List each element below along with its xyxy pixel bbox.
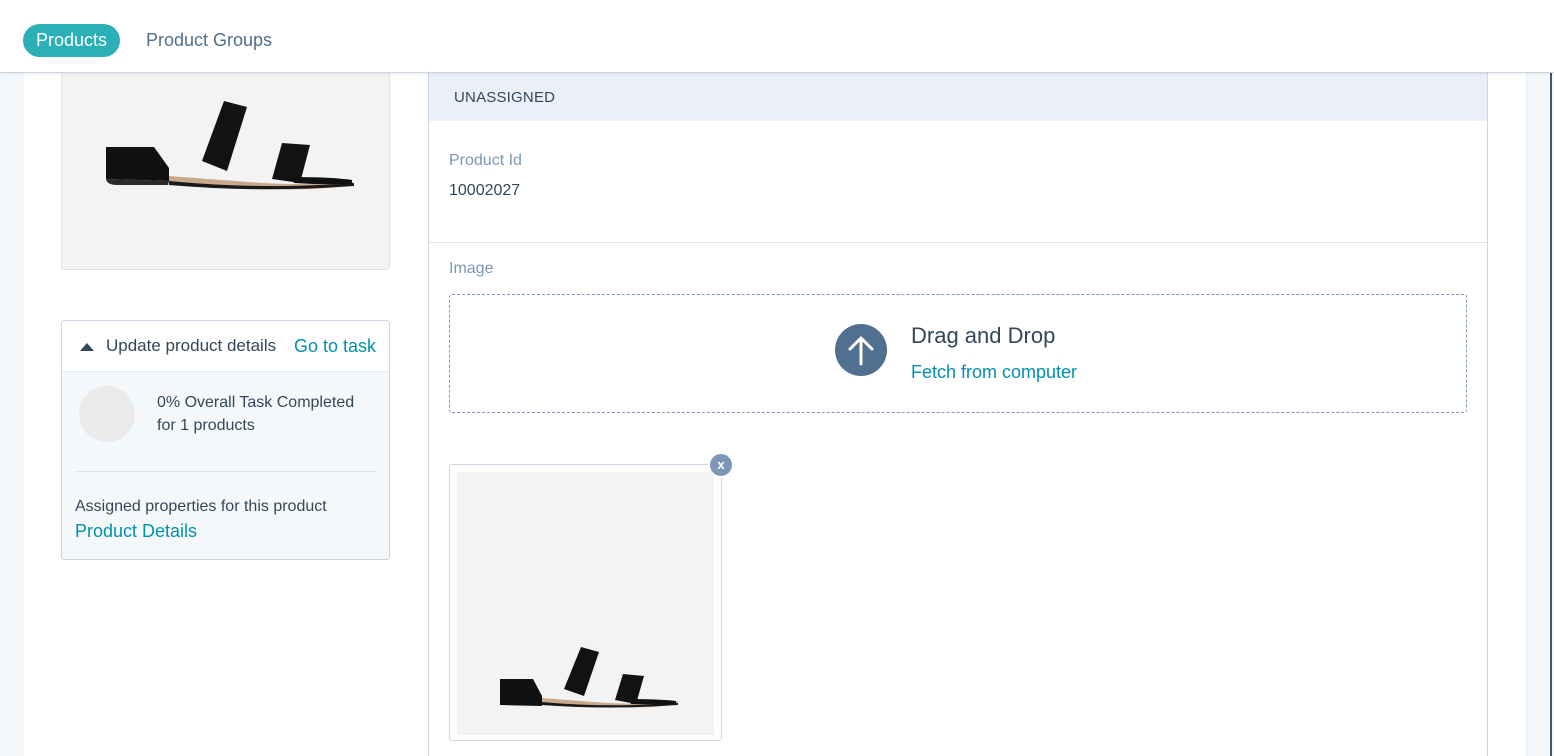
task-card-header: Update product details Go to task bbox=[62, 321, 389, 372]
product-preview-image bbox=[61, 73, 390, 270]
window-edge bbox=[1550, 0, 1552, 756]
product-details-link[interactable]: Product Details bbox=[75, 521, 197, 542]
group-header: UNASSIGNED bbox=[429, 73, 1487, 121]
task-title: Update product details bbox=[106, 336, 277, 355]
image-thumbnail[interactable] bbox=[449, 464, 722, 741]
property-panel: UNASSIGNED Product Id 10002027 Image Dra… bbox=[428, 73, 1488, 756]
progress-text: 0% Overall Task Completed for 1 products bbox=[157, 394, 355, 434]
image-dropzone[interactable]: Drag and Drop Fetch from computer bbox=[449, 294, 1467, 413]
image-label: Image bbox=[449, 260, 494, 277]
tab-products[interactable]: Products bbox=[23, 24, 120, 57]
divider bbox=[75, 471, 377, 472]
caret-up-icon[interactable] bbox=[80, 343, 94, 351]
sandal-image bbox=[106, 101, 354, 190]
remove-image-button[interactable]: x bbox=[708, 452, 734, 478]
product-id-value[interactable]: 10002027 bbox=[449, 182, 520, 200]
divider bbox=[429, 242, 1487, 243]
product-id-label: Product Id bbox=[449, 152, 522, 169]
fetch-from-computer-link[interactable]: Fetch from computer bbox=[911, 362, 1077, 383]
progress-ring bbox=[79, 386, 135, 442]
assigned-properties-label: Assigned properties for this product bbox=[75, 498, 327, 515]
top-nav-bar: Products Product Groups bbox=[0, 0, 1554, 73]
thumbnail-image bbox=[457, 472, 714, 735]
drag-and-drop-title: Drag and Drop bbox=[911, 323, 1056, 348]
tab-product-groups[interactable]: Product Groups bbox=[146, 24, 272, 57]
upload-arrow-icon[interactable] bbox=[835, 324, 887, 376]
go-to-task-link[interactable]: Go to task bbox=[294, 336, 376, 357]
task-card: Update product details Go to task 0% Ove… bbox=[61, 320, 390, 560]
group-header-label: UNASSIGNED bbox=[454, 89, 556, 106]
